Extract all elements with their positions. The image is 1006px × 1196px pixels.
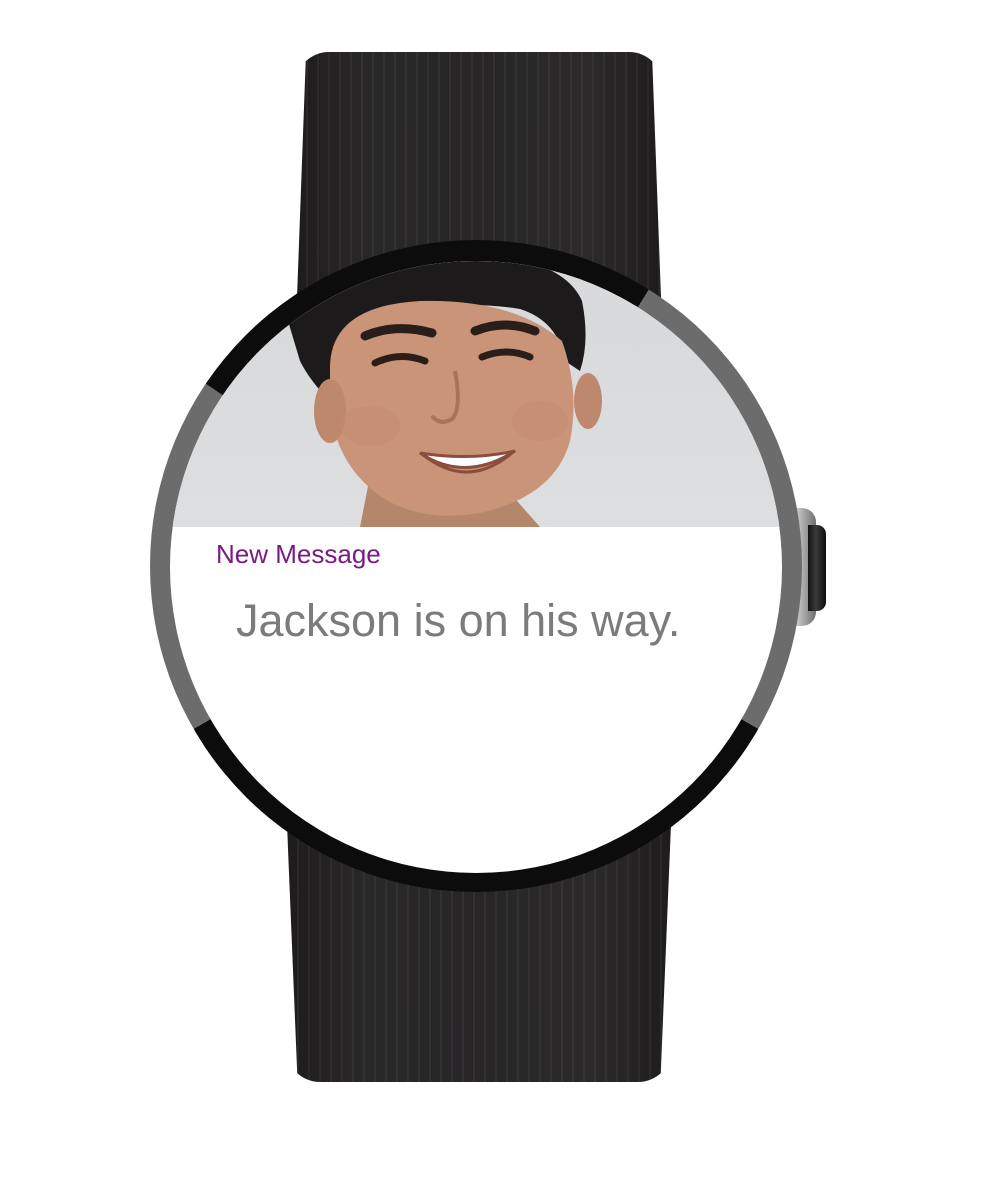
watch-crown-cap [808,525,826,611]
watch-screen[interactable]: New Message Jackson is on his way. [170,261,782,873]
sender-photo [170,261,782,527]
notification-message: Jackson is on his way. [236,595,681,646]
avatar-photo-icon [288,261,602,527]
watch-mockup: New Message Jackson is on his way. [0,0,1006,1196]
notification-title: New Message [216,539,381,569]
